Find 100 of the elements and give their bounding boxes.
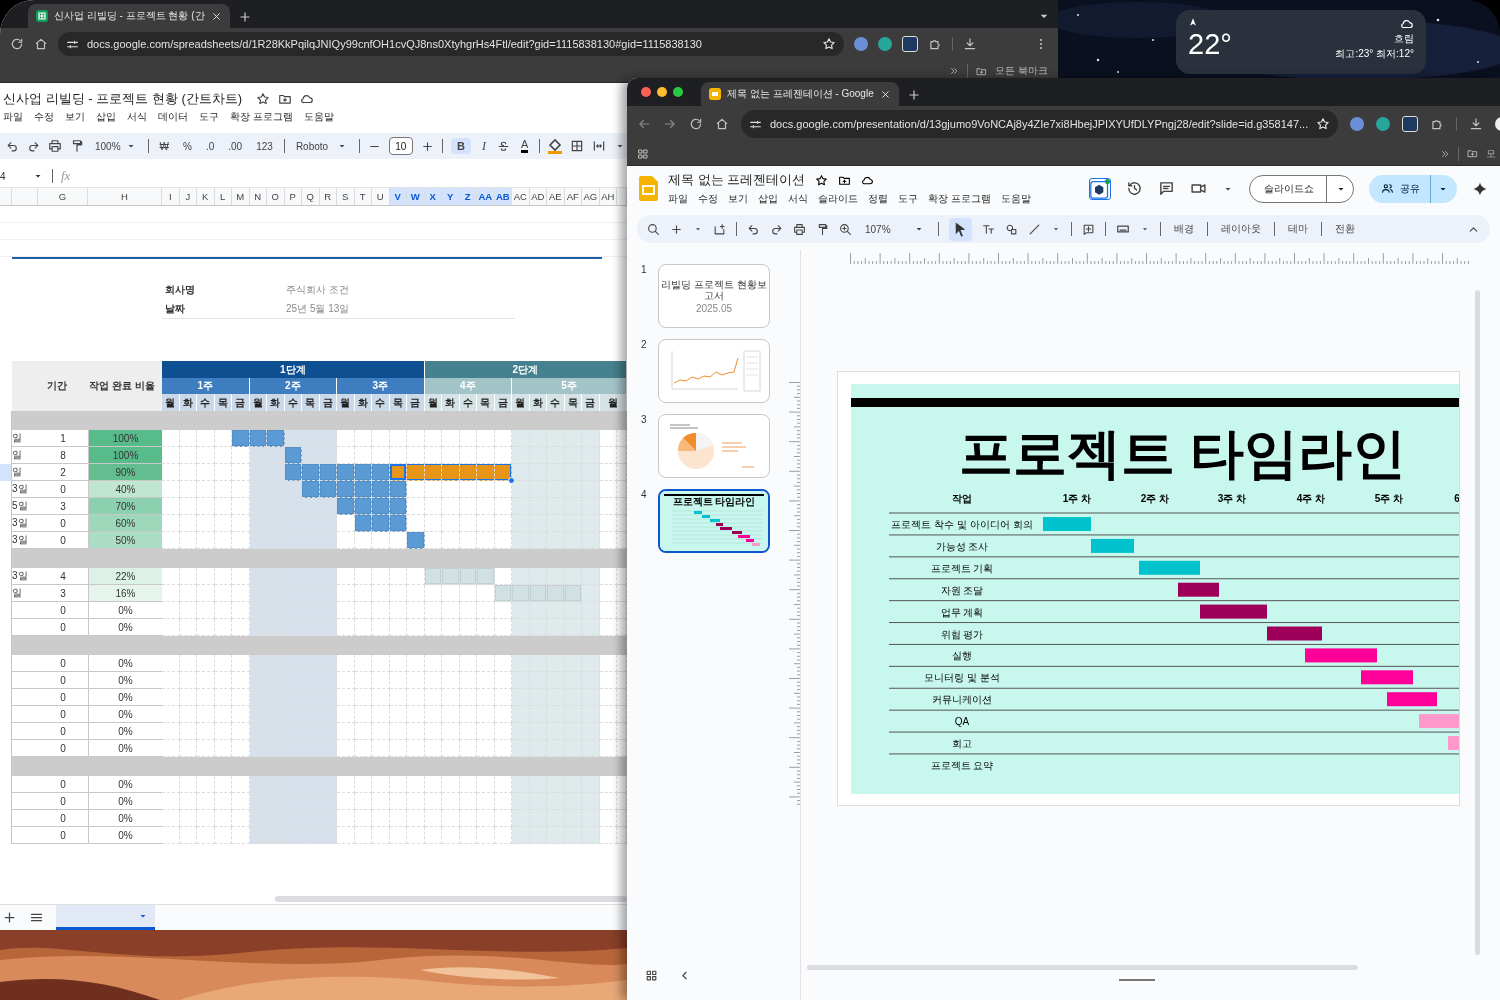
extension-icon[interactable] xyxy=(1089,177,1111,200)
bookmark-star-icon[interactable] xyxy=(1316,117,1331,131)
number-format-button[interactable]: 123 xyxy=(253,138,276,154)
undo-icon[interactable] xyxy=(6,139,19,153)
menu-item[interactable]: 확장 프로그램 xyxy=(928,192,991,206)
text-color-button[interactable]: A xyxy=(517,137,532,155)
pointer-icon[interactable] xyxy=(948,217,972,241)
column-header[interactable]: AA xyxy=(477,188,495,205)
menu-item[interactable]: 파일 xyxy=(3,110,23,124)
menu-item[interactable]: 파일 xyxy=(668,192,688,206)
zoom-window-button[interactable] xyxy=(673,87,683,97)
column-header[interactable]: AD xyxy=(529,188,547,205)
new-slide-icon[interactable] xyxy=(670,222,683,236)
cloud-icon[interactable] xyxy=(300,92,315,106)
weather-widget[interactable]: 22° 흐림 최고:23° 최저:12° xyxy=(1176,10,1426,74)
close-icon[interactable] xyxy=(879,88,891,100)
forward-icon[interactable] xyxy=(663,117,677,131)
extensions-icon[interactable] xyxy=(1430,117,1445,131)
column-header[interactable]: AE xyxy=(547,188,565,205)
increase-size-icon[interactable] xyxy=(420,139,434,153)
increase-decimal-button[interactable]: .00 xyxy=(225,138,246,154)
undo-icon[interactable] xyxy=(747,222,760,236)
column-header[interactable]: N xyxy=(249,188,267,205)
slide-canvas[interactable]: 프로젝트 타임라인 작업 1주 차 2주 차 3주 차 4주 차 5주 차 6 프로젝트 착수 및 아이디어 회의 가능성 조사 프로젝트 기획 자원 조달 업무 계획 위험 평가 실행 모니터링 및 분석 커뮤니케이션 QA 회고 프로젝트 요약 xyxy=(837,371,1460,806)
reload-icon[interactable] xyxy=(10,37,24,51)
redo-icon[interactable] xyxy=(27,139,40,153)
slide-thumbnail[interactable]: 프로젝트 타임라인 xyxy=(658,489,770,553)
slide-thumbnail[interactable] xyxy=(658,339,770,403)
menu-item[interactable]: 수정 xyxy=(34,110,54,124)
new-tab-icon[interactable] xyxy=(906,88,921,102)
document-title[interactable]: 신사업 리빌딩 - 프로젝트 현황 (간트차트) xyxy=(3,90,243,108)
star-icon[interactable] xyxy=(815,173,829,187)
close-icon[interactable] xyxy=(210,10,222,22)
chevrons-icon[interactable] xyxy=(1440,148,1450,159)
column-header[interactable]: Q xyxy=(302,188,320,205)
close-window-button[interactable] xyxy=(641,87,651,97)
download-icon[interactable] xyxy=(1469,117,1484,131)
new-slide-icon[interactable] xyxy=(713,222,726,236)
home-icon[interactable] xyxy=(34,37,48,51)
share-button[interactable]: 공유 xyxy=(1369,174,1457,203)
column-header[interactable]: S xyxy=(337,188,355,205)
search-icon[interactable] xyxy=(647,222,660,236)
grid-view-icon[interactable] xyxy=(645,969,658,982)
scrollbar[interactable] xyxy=(275,896,627,902)
sheet-tab[interactable] xyxy=(56,905,155,930)
new-tab-icon[interactable] xyxy=(237,10,252,24)
document-title[interactable]: 제목 없는 프레젠테이션 xyxy=(668,171,806,189)
column-header[interactable]: K xyxy=(197,188,215,205)
column-header[interactable]: AG xyxy=(582,188,600,205)
column-header[interactable]: Y xyxy=(442,188,460,205)
bookmarks-folder[interactable]: 모 xyxy=(1486,146,1496,161)
menu-item[interactable]: 정렬 xyxy=(868,192,888,206)
toolbar-button[interactable]: 전환 xyxy=(1331,220,1358,238)
download-icon[interactable] xyxy=(963,37,977,51)
slide-thumbnail[interactable]: 리빌딩 프로젝트 현황보고서 2025.05 xyxy=(658,264,770,328)
strikethrough-icon[interactable] xyxy=(496,139,510,153)
slideshow-button[interactable]: 슬라이드쇼 xyxy=(1249,174,1354,203)
column-header[interactable]: AF xyxy=(564,188,582,205)
column-header[interactable]: U xyxy=(372,188,390,205)
browser-tab[interactable]: 제목 없는 프레젠테이션 - Google xyxy=(701,82,899,106)
chevrons-icon[interactable] xyxy=(949,66,960,76)
toolbar-button[interactable]: 테마 xyxy=(1284,220,1311,238)
menu-item[interactable]: 보기 xyxy=(728,192,748,206)
zoom-dropdown[interactable]: 100% xyxy=(92,138,140,154)
zoom-dropdown[interactable]: 107% xyxy=(862,221,928,237)
people-icon[interactable] xyxy=(1381,182,1394,195)
keyboard-icon[interactable] xyxy=(1115,222,1130,236)
menu-item[interactable]: 확장 프로그램 xyxy=(230,110,293,124)
print-icon[interactable] xyxy=(48,139,62,153)
menu-item[interactable]: 슬라이드 xyxy=(818,192,858,206)
menu-item[interactable]: 수정 xyxy=(698,192,718,206)
paint-format-icon[interactable] xyxy=(816,222,829,236)
scrollbar[interactable] xyxy=(1475,290,1480,955)
menu-item[interactable]: 도움말 xyxy=(303,110,334,124)
slide-thumbnail[interactable] xyxy=(658,414,770,478)
history-icon[interactable] xyxy=(1126,180,1143,197)
fill-color-icon[interactable] xyxy=(548,138,563,154)
back-icon[interactable] xyxy=(637,117,651,131)
toolbar-button[interactable]: 배경 xyxy=(1170,220,1197,238)
print-icon[interactable] xyxy=(793,222,806,236)
bookmarks-folder[interactable]: 모든 북마크 xyxy=(995,64,1048,78)
italic-button[interactable]: I xyxy=(478,136,489,156)
address-bar[interactable]: docs.google.com/spreadsheets/d/1R28KkPqilqJNIQy99cnfOH1cvQJ8ns0XtyhgrHs4Ftl/edit?gid=1115838130#gid=1115838130 xyxy=(58,32,844,56)
toolbar-button[interactable]: 레이아웃 xyxy=(1217,220,1264,238)
column-header[interactable]: W xyxy=(407,188,425,205)
column-header[interactable]: H xyxy=(88,188,162,205)
home-icon[interactable] xyxy=(715,117,729,131)
name-box[interactable]: 4 xyxy=(0,170,24,182)
column-header[interactable]: T xyxy=(354,188,372,205)
comments-icon[interactable] xyxy=(1158,180,1175,197)
menu-item[interactable]: 도움말 xyxy=(1000,192,1031,206)
browser-tab[interactable]: 신사업 리빌딩 - 프로젝트 현황 (간 xyxy=(28,4,230,28)
column-header[interactable]: AC xyxy=(512,188,530,205)
menu-item[interactable]: 삽입 xyxy=(96,110,116,124)
merge-icon[interactable] xyxy=(592,139,607,153)
column-header[interactable]: G xyxy=(38,188,88,205)
star-icon[interactable] xyxy=(256,92,271,106)
currency-button[interactable]: ₩ xyxy=(156,138,173,154)
menu-item[interactable]: 도구 xyxy=(199,110,219,124)
menu-item[interactable]: 서식 xyxy=(127,110,147,124)
